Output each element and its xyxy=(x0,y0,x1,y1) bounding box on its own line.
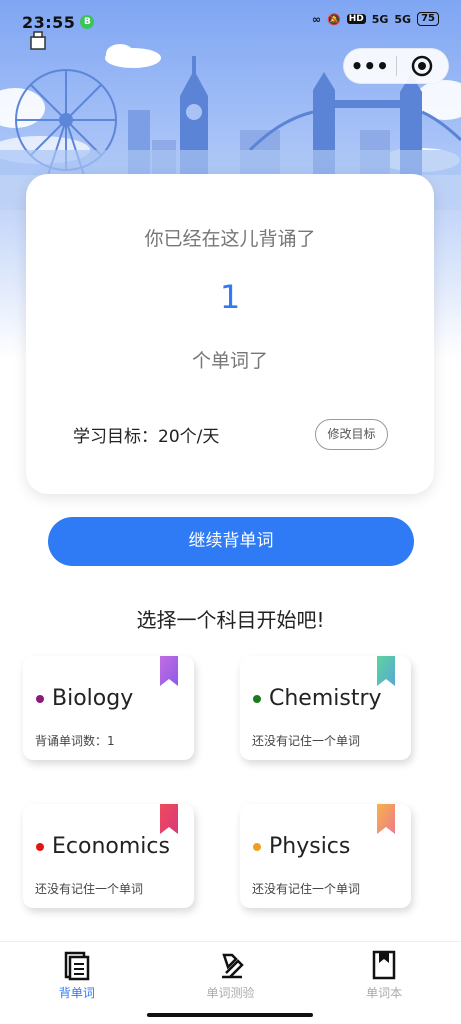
signal-icon: 5G xyxy=(371,12,389,26)
target-icon[interactable] xyxy=(396,55,448,77)
notebook-icon xyxy=(64,951,90,981)
tab-label: 单词本 xyxy=(366,986,403,1000)
subject-detail: 还没有记住一个单词 xyxy=(35,882,144,896)
subject-detail: 还没有记住一个单词 xyxy=(252,882,361,896)
notification-badge-icon: B xyxy=(80,15,95,29)
home-icon[interactable] xyxy=(28,30,48,50)
words-unit: 个单词了 xyxy=(191,350,268,372)
link-icon: ∞ xyxy=(311,12,321,26)
bookmark-book-icon xyxy=(372,950,396,980)
subject-dot xyxy=(36,694,44,703)
status-time: 23:55 xyxy=(22,12,76,32)
ribbon-bookmark-icon xyxy=(160,656,178,686)
ribbon-bookmark-icon xyxy=(377,804,395,834)
home-indicator[interactable] xyxy=(147,1013,313,1017)
hd-icon: HD xyxy=(346,14,366,24)
subject-card-biology[interactable]: Biology 背诵单词数：1 xyxy=(23,656,194,760)
subject-name: Biology xyxy=(52,686,134,711)
subject-dot xyxy=(253,694,261,703)
subject-name-row: Economics xyxy=(36,834,170,859)
subject-name: Chemistry xyxy=(269,686,382,711)
more-dots-icon[interactable]: ••• xyxy=(344,48,396,84)
subject-name: Physics xyxy=(269,834,351,859)
subject-name-row: Chemistry xyxy=(253,686,382,711)
battery-icon: 75 xyxy=(417,12,439,26)
signal-icon-2: 5G xyxy=(394,12,412,26)
tab-wordbook[interactable]: 单词本 xyxy=(307,942,461,1007)
tab-label: 单词测验 xyxy=(206,986,255,1000)
section-title: 选择一个科目开始吧! xyxy=(136,608,325,632)
continue-button[interactable]: 继续背单词 xyxy=(48,517,414,566)
subject-dot xyxy=(253,842,261,851)
subject-name-row: Physics xyxy=(253,834,350,859)
subject-card-chemistry[interactable]: Chemistry 还没有记住一个单词 xyxy=(240,656,411,760)
status-icons: ∞ 🔕 HD 5G 5G 75 xyxy=(312,12,439,26)
study-goal: 学习目标：20个/天 xyxy=(73,427,220,447)
quiz-icon xyxy=(221,953,244,979)
tab-quiz[interactable]: 单词测验 xyxy=(154,942,308,1007)
tab-label: 背单词 xyxy=(58,986,95,1000)
ribbon-bookmark-icon xyxy=(160,804,178,834)
ribbon-bookmark-icon xyxy=(377,656,395,686)
subject-detail: 背诵单词数：1 xyxy=(35,734,115,748)
subject-card-physics[interactable]: Physics 还没有记住一个单词 xyxy=(240,804,411,908)
subject-name: Economics xyxy=(52,834,170,859)
progress-intro: 你已经在这儿背诵了 xyxy=(144,228,316,250)
words-count: 1 xyxy=(219,278,241,316)
subject-name-row: Biology xyxy=(36,686,133,711)
status-bar: 23:55 B ∞ 🔕 HD 5G 5G 75 xyxy=(0,0,461,44)
tab-bar: 背单词 单词测验 单词本 xyxy=(0,941,461,1007)
edit-goal-button[interactable]: 修改目标 xyxy=(315,419,388,450)
mute-icon: 🔕 xyxy=(326,12,341,26)
subject-card-economics[interactable]: Economics 还没有记住一个单词 xyxy=(23,804,194,908)
mini-program-capsule: ••• xyxy=(343,48,449,84)
tab-memorize[interactable]: 背单词 xyxy=(0,942,154,1007)
subject-detail: 还没有记住一个单词 xyxy=(252,734,361,748)
subject-dot xyxy=(36,842,44,851)
progress-card: 你已经在这儿背诵了 1 个单词了 学习目标：20个/天 修改目标 xyxy=(26,174,434,494)
